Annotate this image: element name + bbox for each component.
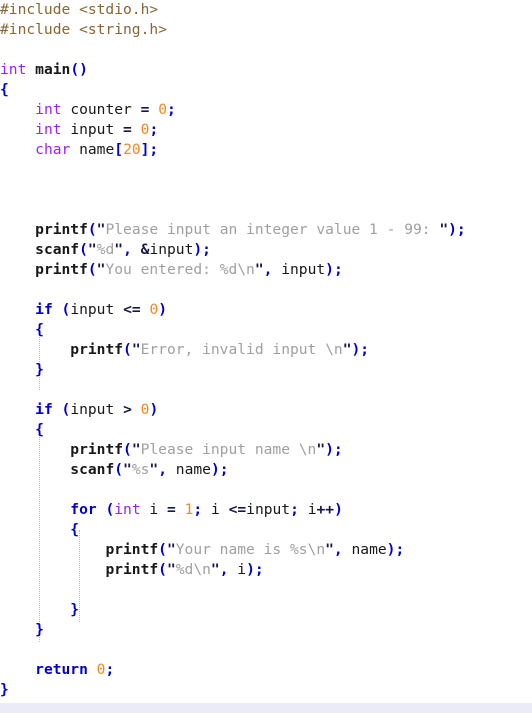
brace-open-main: { [0, 81, 9, 98]
code-line: #include <stdio.h> [0, 0, 532, 20]
operator-lte: <= [228, 501, 247, 518]
preprocessor-include-stdio: #include <stdio.h> [0, 1, 159, 18]
code-line: printf("%d\n", i); [105, 561, 264, 578]
code-line: if (input > 0) [35, 401, 159, 418]
source-code-text[interactable]: #include <stdio.h> #include <string.h> in… [0, 0, 532, 700]
call-printf: printf [35, 261, 88, 278]
code-line: #include <string.h> [0, 20, 532, 40]
code-editor-view[interactable]: #include <stdio.h> #include <string.h> in… [0, 0, 532, 713]
preprocessor-include-string: #include <string.h> [0, 21, 167, 38]
code-line: scanf("%s", name); [70, 461, 229, 478]
code-line: { [35, 321, 44, 338]
operator-lte: <= [123, 301, 141, 318]
code-line: } [35, 361, 44, 378]
string-literal: You entered: %d\n [105, 261, 255, 278]
code-line: return 0; [35, 661, 115, 678]
code-line: printf("Error, invalid input \n"); [70, 341, 370, 358]
code-line: } [0, 680, 532, 700]
var-counter: counter [70, 101, 132, 118]
call-scanf: scanf [70, 461, 115, 478]
string-literal: Please input name \n [140, 441, 317, 458]
type-int: int [0, 61, 27, 78]
brace-close-main: } [0, 681, 9, 698]
call-printf: printf [105, 561, 159, 578]
keyword-return: return [35, 661, 88, 678]
code-line: } [70, 601, 80, 618]
current-line-highlight [0, 703, 532, 713]
operator-increment: ++ [316, 501, 335, 518]
var-input: input [70, 121, 115, 138]
call-printf: printf [70, 441, 124, 458]
code-line: { [70, 521, 80, 538]
operator-gt: > [123, 401, 132, 418]
var-name: name [79, 141, 115, 158]
keyword-if: if [35, 401, 53, 418]
function-main: main [35, 61, 71, 78]
string-literal: %d [96, 241, 115, 258]
call-printf: printf [35, 221, 88, 238]
code-line: int main() [0, 61, 88, 78]
call-printf: printf [105, 541, 159, 558]
code-line: if (input <= 0) [35, 301, 168, 318]
code-line: { [35, 421, 44, 438]
string-literal: Your name is %s\n [175, 541, 326, 558]
code-line: for (int i = 1; i <=input; i++) [70, 501, 343, 518]
code-line: scanf("%d", &input); [35, 241, 211, 258]
code-line: { [0, 80, 532, 100]
code-line: printf("You entered: %d\n", input); [35, 261, 343, 278]
code-line: int input = 0; [35, 121, 159, 138]
keyword-for: for [70, 501, 97, 518]
keyword-if: if [35, 301, 53, 318]
code-line: char name[20]; [35, 141, 159, 158]
string-literal: %d\n [175, 561, 211, 578]
var-i: i [149, 501, 159, 518]
string-literal: Error, invalid input \n [140, 341, 343, 358]
code-line: printf("Please input an integer value 1 … [35, 221, 466, 238]
code-line: printf("Please input name \n"); [70, 441, 343, 458]
call-printf: printf [70, 341, 124, 358]
code-line: int counter = 0; [35, 101, 176, 118]
call-scanf: scanf [35, 241, 80, 258]
string-literal: %s [131, 461, 150, 478]
code-line: } [35, 621, 44, 638]
string-literal: Please input an integer value 1 - 99: [105, 221, 440, 238]
code-line: printf("Your name is %s\n", name); [105, 541, 405, 558]
